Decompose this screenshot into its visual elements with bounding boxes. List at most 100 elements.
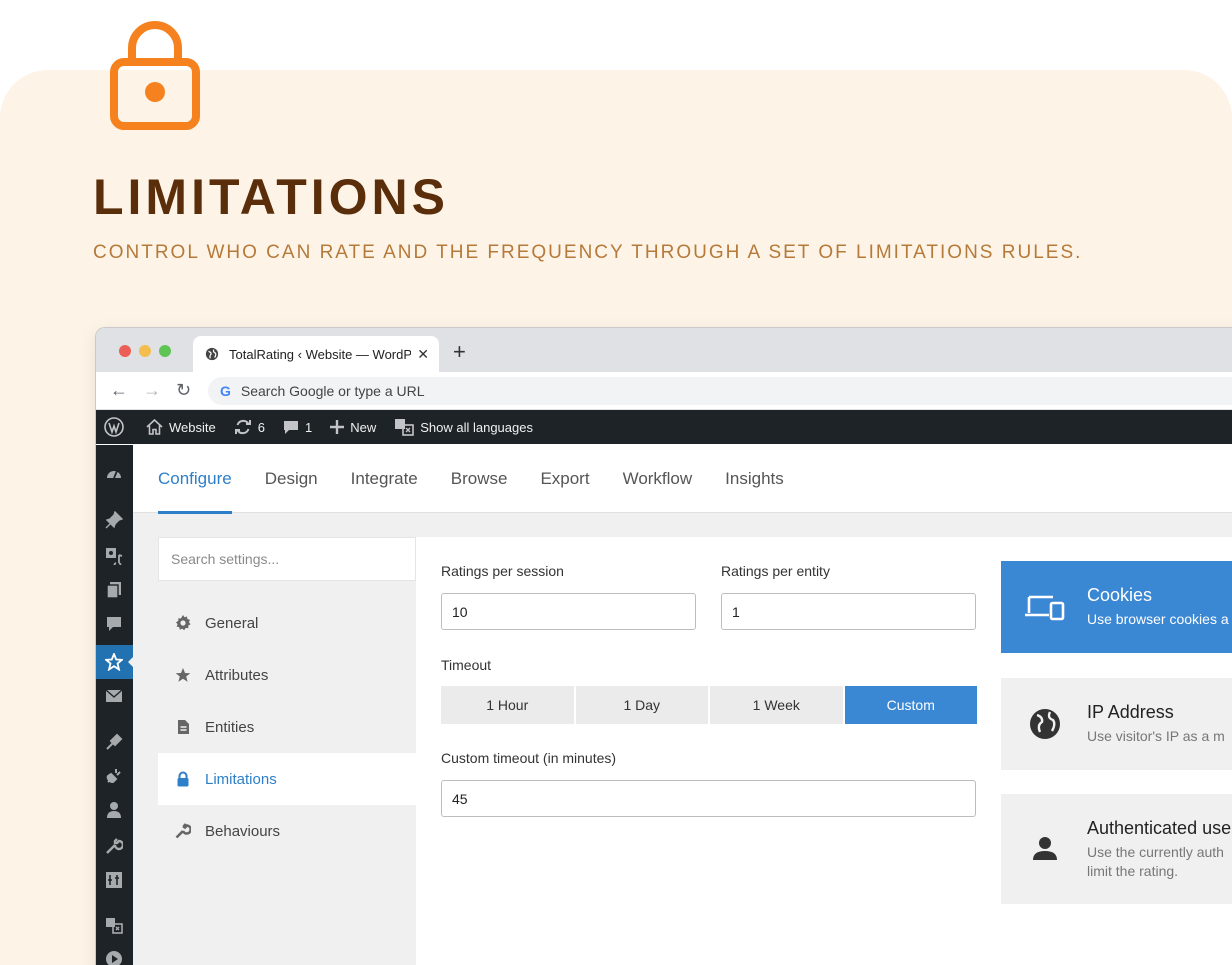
- address-placeholder: Search Google or type a URL: [240, 383, 425, 399]
- timeout-label: Timeout: [441, 657, 492, 673]
- comments-icon[interactable]: [105, 615, 123, 633]
- settings-plugin-icon[interactable]: [105, 871, 123, 889]
- appearance-icon[interactable]: [105, 733, 123, 751]
- menu-item-entities[interactable]: Entities: [158, 701, 416, 753]
- settings-sidebar: Search settings... General Attributes En…: [158, 537, 416, 857]
- back-arrow-icon[interactable]: ←: [110, 380, 128, 401]
- method-title-cookies: Cookies: [1087, 585, 1153, 605]
- updates-count: 6: [257, 419, 265, 435]
- ratings-per-session-input[interactable]: 10: [441, 593, 696, 630]
- plus-icon: [330, 420, 345, 434]
- method-desc-ip: Use visitor's IP as a m: [1087, 728, 1225, 744]
- site-name: Website: [169, 419, 216, 435]
- document-icon: [178, 720, 189, 734]
- method-title-ip: IP Address: [1087, 702, 1174, 722]
- wordpress-logo-icon[interactable]: [104, 417, 130, 437]
- promo-subheadline: CONTROL WHO CAN RATE AND THE FREQUENCY T…: [93, 242, 1083, 263]
- new-tab-button[interactable]: +: [453, 339, 466, 365]
- menu-label-behaviours: Behaviours: [205, 822, 281, 840]
- browser-tab-bar: TotalRating ‹ Website — WordPress ✕ +: [96, 328, 1232, 372]
- method-desc-authenticated-line1: Use the currently auth: [1087, 843, 1224, 860]
- pin-icon[interactable]: [105, 511, 123, 529]
- browser-toolbar: ← → ↻ G Search Google or type a URL: [96, 372, 1232, 410]
- tab-integrate[interactable]: Integrate: [351, 445, 418, 513]
- adminbar-comments[interactable]: 1: [283, 419, 312, 435]
- timeout-option-hour[interactable]: 1 Hour: [441, 686, 574, 724]
- tab-insights[interactable]: Insights: [725, 445, 784, 513]
- menu-label-attributes: Attributes: [205, 666, 269, 684]
- comment-icon: [283, 421, 298, 434]
- ratings-per-entity-label: Ratings per entity: [721, 563, 830, 579]
- pages-icon[interactable]: [105, 581, 123, 599]
- globe-icon: [205, 347, 219, 361]
- play-icon[interactable]: [105, 950, 123, 965]
- limitations-panel: Ratings per session 10 Ratings per entit…: [416, 537, 1232, 965]
- wrench-icon: [175, 823, 191, 839]
- method-title-authenticated: Authenticated use: [1087, 817, 1232, 838]
- adminbar-languages[interactable]: Show all languages: [394, 418, 533, 436]
- method-card-authenticated[interactable]: Authenticated use Use the currently auth…: [1001, 794, 1232, 904]
- custom-timeout-input[interactable]: 45: [441, 780, 976, 817]
- menu-item-attributes[interactable]: Attributes: [158, 649, 416, 701]
- timeout-option-custom[interactable]: Custom: [844, 686, 977, 724]
- method-desc-cookies: Use browser cookies a: [1087, 611, 1229, 627]
- reload-icon[interactable]: ↻: [176, 380, 191, 401]
- close-window-button[interactable]: [119, 345, 131, 357]
- globe-filled-icon: [1030, 709, 1060, 739]
- adminbar-site-link[interactable]: Website: [146, 419, 216, 435]
- translate-icon: [395, 419, 415, 436]
- close-tab-icon[interactable]: ✕: [417, 346, 429, 363]
- tab-configure[interactable]: Configure: [158, 445, 232, 514]
- adminbar-new[interactable]: New: [330, 420, 376, 435]
- address-bar[interactable]: G Search Google or type a URL: [208, 377, 1232, 405]
- timeout-option-week[interactable]: 1 Week: [710, 686, 843, 724]
- method-card-ip-address[interactable]: IP Address Use visitor's IP as a m: [1001, 678, 1232, 770]
- tab-title: TotalRating ‹ Website — WordPress: [229, 346, 412, 362]
- menu-item-general[interactable]: General: [158, 597, 416, 649]
- tab-export[interactable]: Export: [540, 445, 589, 513]
- forward-arrow-icon[interactable]: →: [143, 380, 161, 401]
- ratings-per-session-label: Ratings per session: [441, 563, 564, 579]
- browser-tab[interactable]: TotalRating ‹ Website — WordPress ✕: [193, 336, 439, 372]
- custom-timeout-label: Custom timeout (in minutes): [441, 750, 617, 766]
- comments-count: 1: [304, 419, 313, 435]
- plugins-icon[interactable]: [105, 767, 123, 785]
- adminbar-updates[interactable]: 6: [234, 419, 265, 435]
- languages-label: Show all languages: [420, 419, 533, 435]
- settings-menu: General Attributes Entities Limitations: [158, 597, 416, 857]
- home-icon: [146, 419, 163, 435]
- tools-icon[interactable]: [105, 837, 123, 855]
- wp-admin-sidebar: [96, 445, 134, 965]
- method-card-cookies[interactable]: Cookies Use browser cookies a: [1001, 561, 1232, 653]
- tab-workflow[interactable]: Workflow: [623, 445, 693, 513]
- translate-sidebar-icon[interactable]: [105, 917, 123, 935]
- tab-design[interactable]: Design: [265, 445, 318, 513]
- maximize-window-button[interactable]: [159, 345, 171, 357]
- user-icon: [1033, 837, 1057, 860]
- mail-icon[interactable]: [105, 687, 123, 705]
- menu-item-behaviours[interactable]: Behaviours: [158, 805, 416, 857]
- totalrating-top-nav: Configure Design Integrate Browse Export…: [133, 445, 1232, 514]
- menu-label-general: General: [205, 614, 259, 632]
- users-icon[interactable]: [105, 801, 123, 819]
- menu-label-limitations: Limitations: [205, 770, 277, 788]
- minimize-window-button[interactable]: [139, 345, 151, 357]
- updates-icon: [234, 419, 251, 435]
- tab-browse[interactable]: Browse: [451, 445, 508, 513]
- gear-icon: [176, 615, 191, 631]
- menu-item-limitations[interactable]: Limitations: [158, 753, 416, 805]
- lock-small-icon: [177, 771, 189, 787]
- method-desc-authenticated-line2: limit the rating.: [1087, 862, 1179, 879]
- star-icon[interactable]: [105, 653, 123, 671]
- timeout-option-day[interactable]: 1 Day: [575, 686, 708, 724]
- new-label: New: [350, 419, 377, 435]
- star-filled-icon: [175, 668, 191, 682]
- settings-search-input[interactable]: Search settings...: [158, 537, 416, 581]
- media-icon[interactable]: [105, 547, 123, 565]
- dashboard-icon[interactable]: [105, 465, 123, 483]
- devices-icon: [1025, 595, 1065, 621]
- ratings-per-entity-input[interactable]: 1: [721, 593, 976, 630]
- lock-icon: [110, 21, 200, 130]
- promo-headline: LIMITATIONS: [93, 169, 449, 225]
- wp-admin-bar: Website 6 1 New Show all languages: [96, 410, 1232, 444]
